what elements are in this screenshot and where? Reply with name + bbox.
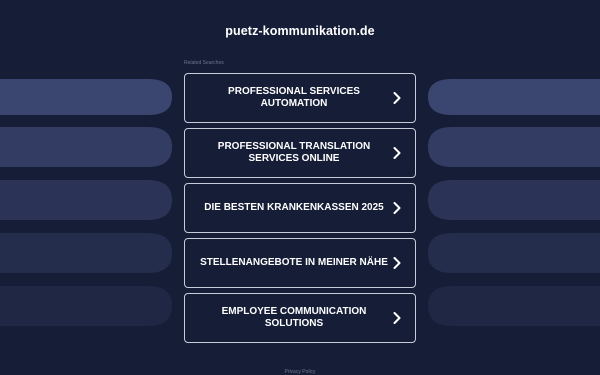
site-title: puetz-kommunikation.de [225,24,375,38]
left-shape-3 [0,180,172,220]
right-shape-3 [428,180,600,220]
chevron-right-icon [393,128,415,178]
related-search-label: EMPLOYEE COMMUNICATION SOLUTIONS [221,305,367,330]
right-shape-1 [428,79,600,115]
chevron-right-icon [393,293,415,343]
related-searches-list: PROFESSIONAL SERVICES AUTOMATION PROFESS… [184,73,416,348]
left-shape-5 [0,286,172,326]
related-search-link-1[interactable]: PROFESSIONAL SERVICES AUTOMATION [184,73,416,123]
related-search-label: PROFESSIONAL TRANSLATION SERVICES ONLINE [217,140,371,165]
related-search-link-3[interactable]: DIE BESTEN KRANKENKASSEN 2025 [184,183,416,233]
related-search-label: DIE BESTEN KRANKENKASSEN 2025 [204,201,384,213]
chevron-right-icon [393,73,415,123]
privacy-policy-link[interactable]: Privacy Policy [0,369,600,375]
right-shape-4 [428,233,600,273]
related-search-label: PROFESSIONAL SERVICES AUTOMATION [228,85,360,110]
right-shape-5 [428,286,600,326]
parked-domain-page: puetz-kommunikation.de Related Searches … [0,0,600,375]
related-search-label: STELLENANGEBOTE IN MEINER NÄHE [200,256,388,268]
left-shape-2 [0,127,172,167]
related-search-link-5[interactable]: EMPLOYEE COMMUNICATION SOLUTIONS [184,293,416,343]
right-shape-2 [428,127,600,167]
related-search-link-4[interactable]: STELLENANGEBOTE IN MEINER NÄHE [184,238,416,288]
related-searches-label: Related Searches [184,60,224,66]
left-shape-4 [0,233,172,273]
chevron-right-icon [393,238,415,288]
chevron-right-icon [393,183,415,233]
related-search-link-2[interactable]: PROFESSIONAL TRANSLATION SERVICES ONLINE [184,128,416,178]
left-shape-1 [0,79,172,115]
